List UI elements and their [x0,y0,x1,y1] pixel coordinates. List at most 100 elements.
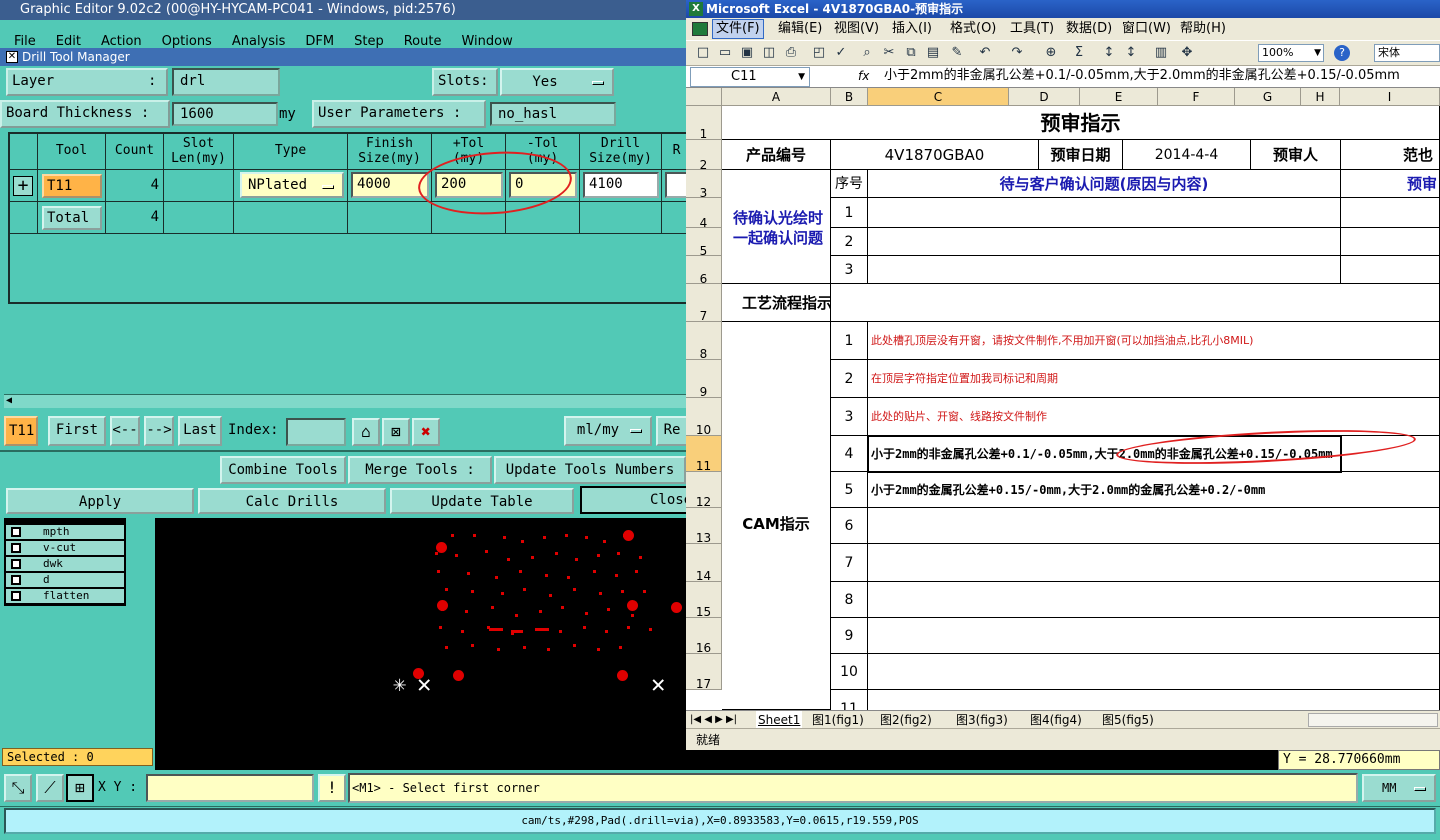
xy-input[interactable] [146,774,314,802]
cam-number[interactable]: 9 [831,618,868,654]
formula-input[interactable]: 小于2mm的非金属孔公差+0.1/-0.05mm,大于2.0mm的非金属孔公差+… [884,66,1400,86]
layer-item[interactable]: d [6,573,124,587]
layer-item[interactable]: dwk [6,557,124,571]
row-header[interactable]: 10 [686,398,722,437]
confirm-cell[interactable] [1341,228,1440,256]
row-header[interactable]: 14 [686,544,722,583]
genesis-menu-item[interactable]: Window [461,34,512,48]
user-parameters-field[interactable]: no_hasl [490,102,616,126]
cam-number[interactable]: 10 [831,654,868,690]
format-painter-icon[interactable]: ✎ [948,44,966,62]
measure-icon[interactable]: ⟋ [36,774,64,802]
row-header[interactable]: 8 [686,322,722,361]
last-button[interactable]: Last [178,416,222,446]
row-header[interactable]: 2 [686,140,722,172]
row-header[interactable]: 4 [686,198,722,230]
row-header[interactable]: 17 [686,654,722,691]
row-header[interactable]: 1 [686,106,722,141]
cam-item[interactable]: 此处槽孔顶层没有开窗，请按文件制作,不用加开窗(可以加挡油点,比孔小8MIL) [868,322,1440,360]
sort-asc-icon[interactable]: ↕ [1100,44,1118,62]
select-all[interactable] [686,88,722,106]
pending-label[interactable]: 待确认光绘时一起确认问题 [722,170,831,284]
cam-item[interactable]: 此处的贴片、开窗、线路按文件制作 [868,398,1440,436]
sheet-tab[interactable]: 图4(fig4) [1028,711,1084,729]
cam-number[interactable]: 5 [831,472,868,508]
save-icon[interactable]: ▣ [738,44,756,62]
row-header[interactable]: 11 [686,436,722,473]
confirm-cell[interactable] [868,228,1341,256]
prev-button[interactable]: <-- [110,416,140,446]
row-header[interactable]: 12 [686,472,722,509]
undo-icon[interactable]: ↶ [976,44,994,62]
excel-menu-item[interactable]: 编辑(E) [778,18,822,40]
row-header[interactable]: 5 [686,228,722,258]
cam-number[interactable]: 1 [831,322,868,360]
excel-menu-item[interactable]: 帮助(H) [1180,18,1226,40]
layer-item[interactable]: flatten [6,589,124,603]
checkbox-icon[interactable] [11,591,21,601]
open-icon[interactable]: ▭ [716,44,734,62]
sheet-tab[interactable]: Sheet1 [756,711,803,729]
genesis-menu-item[interactable]: Options [162,34,212,48]
reviewer-label[interactable]: 预审人 [1251,140,1341,170]
update-table-button[interactable]: Update Table [390,488,574,514]
snap-grid-icon[interactable]: ⊞ [66,774,94,802]
reset-icon[interactable]: ⊠ [382,418,410,446]
cam-cell[interactable] [868,508,1440,544]
column-header[interactable]: C [868,88,1009,106]
seq-label[interactable]: 序号 [831,170,868,198]
font-select[interactable]: 宋体 [1374,44,1440,62]
confirm-cell[interactable] [868,198,1341,228]
sheet-tab[interactable]: 图2(fig2) [878,711,934,729]
column-header[interactable]: I [1340,88,1440,106]
copy-icon[interactable]: ⧉ [902,44,920,62]
hyperlink-icon[interactable]: ⊕ [1042,44,1060,62]
confirm-cell[interactable] [1341,256,1440,284]
column-header[interactable]: G [1235,88,1301,106]
research-icon[interactable]: ⌕ [858,44,876,62]
row-header[interactable]: 6 [686,256,722,286]
excel-menu-item[interactable]: 数据(D) [1066,18,1112,40]
permission-icon[interactable]: ◫ [760,44,778,62]
genesis-menu-item[interactable]: DFM [305,34,334,48]
row-header[interactable]: 7 [686,284,722,323]
date-value[interactable]: 2014-4-4 [1123,140,1251,170]
seq-number[interactable]: 3 [831,256,868,284]
index-input[interactable] [286,418,346,446]
print-icon[interactable]: ⎙ [782,44,800,62]
excel-menu-item[interactable]: 工具(T) [1010,18,1054,40]
genesis-menu-item[interactable]: Edit [56,34,81,48]
cam-cell[interactable] [868,582,1440,618]
cam-number[interactable]: 11 [831,690,868,710]
print-preview-icon[interactable]: ◰ [810,44,828,62]
sheet-tab[interactable]: 图1(fig1) [810,711,866,729]
tab-nav-icon[interactable]: |◀ ◀ ▶ ▶| [690,711,737,729]
cam-cell[interactable] [868,690,1440,710]
cut-icon[interactable]: ✂ [880,44,898,62]
checkbox-icon[interactable] [11,575,21,585]
sheet-title[interactable]: 预审指示 [722,106,1440,140]
product-label[interactable]: 产品编号 [722,140,831,170]
sheet-tab[interactable]: 图3(fig3) [954,711,1010,729]
layer-item[interactable]: mpth [6,525,124,539]
layer-item[interactable]: v-cut [6,541,124,555]
cam-number[interactable]: 7 [831,544,868,582]
close-button[interactable]: Close [580,486,686,514]
first-button[interactable]: First [48,416,106,446]
next-button[interactable]: --> [144,416,174,446]
excel-menu-item[interactable]: 插入(I) [892,18,932,40]
seq-number[interactable]: 2 [831,228,868,256]
units-selector[interactable]: MM [1362,774,1436,802]
process-cell[interactable] [831,284,1440,322]
name-box[interactable]: C11 ▼ [690,67,810,87]
row-header[interactable]: 13 [686,508,722,545]
redo-icon[interactable]: ↷ [1008,44,1026,62]
column-header[interactable]: D [1009,88,1080,106]
lock-icon[interactable]: ⌂ [352,418,380,446]
cam-item[interactable]: 小于2mm的非金属孔公差+0.1/-0.05mm,大于2.0mm的非金属孔公差+… [868,436,1440,472]
slots-dropdown[interactable]: Yes [500,68,614,96]
cam-number[interactable]: 6 [831,508,868,544]
date-label[interactable]: 预审日期 [1039,140,1123,170]
chart-icon[interactable]: ▥ [1152,44,1170,62]
paste-icon[interactable]: ▤ [924,44,942,62]
